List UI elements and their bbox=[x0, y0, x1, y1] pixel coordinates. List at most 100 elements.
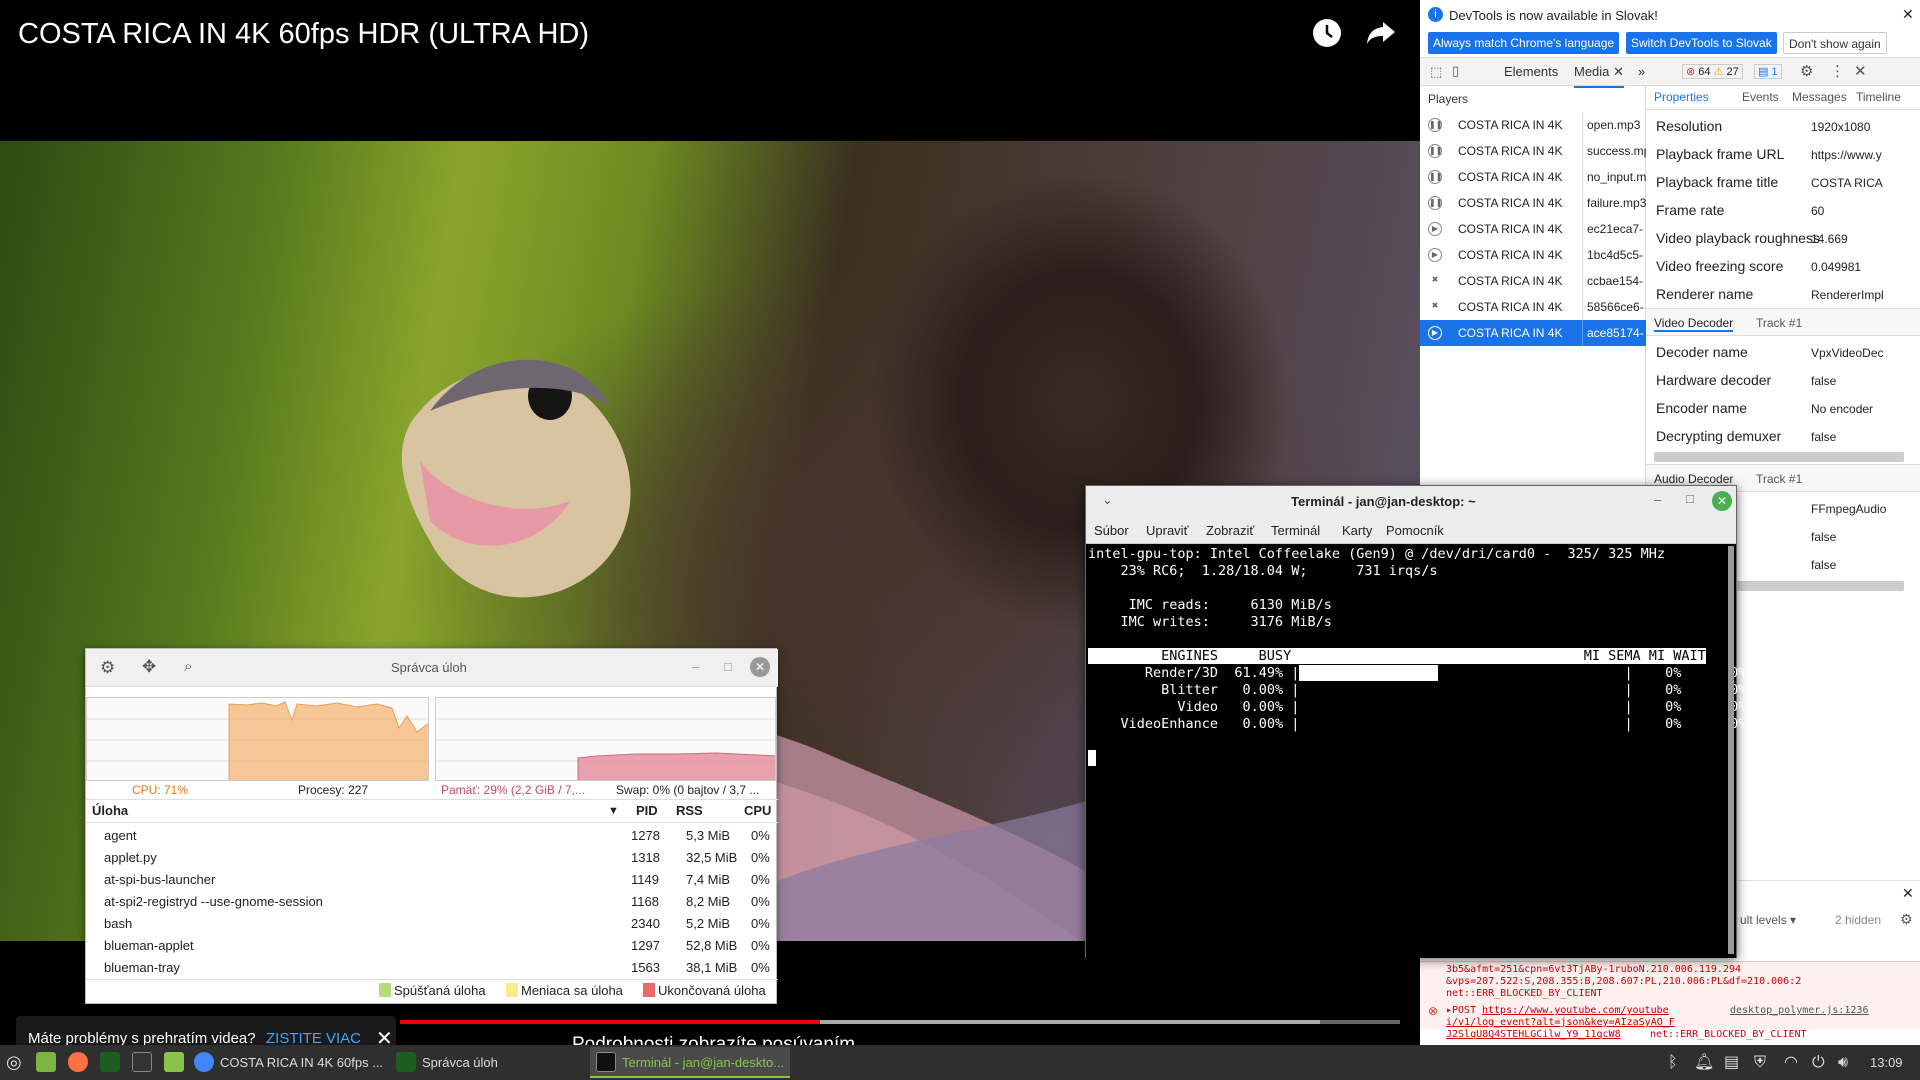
messages-badge[interactable]: ▤ 1 bbox=[1754, 64, 1782, 79]
property-key: Resolution bbox=[1656, 118, 1723, 134]
maximize-button[interactable]: □ bbox=[724, 659, 732, 674]
shield-icon[interactable]: ⛨ bbox=[1754, 1047, 1766, 1078]
system-monitor-icon[interactable] bbox=[100, 1047, 126, 1078]
clock-icon[interactable] bbox=[1310, 18, 1344, 52]
bluetooth-icon[interactable]: ᛒ bbox=[1668, 1047, 1678, 1078]
column-header-rss[interactable]: RSS bbox=[676, 799, 703, 823]
tab-messages[interactable]: Messages bbox=[1792, 90, 1847, 104]
log-levels-dropdown[interactable]: ult levels ▾ bbox=[1740, 913, 1796, 927]
taskbar-item-chrome[interactable]: COSTA RICA IN 4K 60fps ... bbox=[194, 1047, 390, 1078]
error-url[interactable]: https://www.youtube.com/youtube bbox=[1482, 1005, 1669, 1016]
horizontal-scrollbar[interactable] bbox=[1654, 452, 1904, 462]
match-language-button[interactable]: Always match Chrome's language bbox=[1428, 32, 1620, 54]
sort-down-icon[interactable]: ▼ bbox=[608, 805, 619, 817]
firefox-icon[interactable] bbox=[68, 1047, 94, 1078]
task-rss: 5,3 MiB bbox=[686, 828, 731, 843]
drawer-close-icon[interactable]: ✕ bbox=[1902, 885, 1914, 902]
menu-help[interactable]: Pomocník bbox=[1386, 523, 1444, 538]
power-icon[interactable]: ⏻ bbox=[1812, 1047, 1825, 1078]
player-file: 58566ce6- bbox=[1582, 294, 1646, 320]
table-row[interactable]: bash 2340 5,2 MiB 0% bbox=[86, 913, 778, 935]
menu-tabs[interactable]: Karty bbox=[1342, 523, 1372, 538]
share-icon[interactable] bbox=[1364, 18, 1398, 52]
table-row[interactable]: blueman-tray 1563 38,1 MiB 0% bbox=[86, 957, 778, 979]
learn-more-link[interactable]: ZISTITE VIAC bbox=[266, 1030, 361, 1045]
infobar-close-icon[interactable]: ✕ bbox=[1902, 6, 1914, 23]
tab-audio-decoder[interactable]: Audio Decoder bbox=[1654, 472, 1733, 486]
tab-timeline[interactable]: Timeline bbox=[1856, 90, 1901, 104]
table-row[interactable]: at-spi2-registryd --use-gnome-session 116… bbox=[86, 891, 778, 913]
player-row[interactable]: ❚❚ COSTA RICA IN 4K no_input.m bbox=[1420, 164, 1646, 190]
minimize-button[interactable]: – bbox=[1654, 492, 1661, 507]
search-icon[interactable]: ⌕ bbox=[184, 658, 192, 675]
folder-icon[interactable] bbox=[164, 1047, 190, 1078]
clock[interactable]: 13:09 bbox=[1870, 1047, 1903, 1078]
player-row[interactable]: ❚❚ COSTA RICA IN 4K success.mp bbox=[1420, 138, 1646, 164]
bell-icon[interactable]: 🔔︎ bbox=[1694, 1047, 1714, 1078]
tab-elements[interactable]: Elements bbox=[1504, 64, 1558, 79]
player-row[interactable]: ▶ COSTA RICA IN 4K ec21eca7- bbox=[1420, 216, 1646, 242]
error-url[interactable]: i/v1/log_event?alt=json&key=AIzaSyAO_F bbox=[1446, 1017, 1675, 1028]
column-header-task[interactable]: Úloha bbox=[92, 799, 128, 823]
inspect-icon[interactable]: ⬚ bbox=[1430, 64, 1442, 80]
error-url[interactable]: J2SlqU8Q4STEHLGCilw_Y9_11qcW8 bbox=[1446, 1029, 1621, 1040]
task-name: at-spi-bus-launcher bbox=[104, 872, 216, 887]
menu-edit[interactable]: Upraviť bbox=[1146, 523, 1188, 538]
tab-video-track[interactable]: Track #1 bbox=[1756, 316, 1802, 330]
dont-show-again-button[interactable]: Don't show again bbox=[1783, 32, 1887, 54]
error-method[interactable]: ▸POST bbox=[1446, 1005, 1476, 1016]
terminal-output[interactable]: intel-gpu-top: Intel Coffeelake (Gen9) @… bbox=[1086, 544, 1746, 958]
tab-video-decoder[interactable]: Video Decoder bbox=[1654, 316, 1734, 332]
close-icon[interactable]: ✕ bbox=[376, 1026, 393, 1045]
tab-media[interactable]: Media ✕ bbox=[1574, 64, 1624, 88]
clipboard-icon[interactable]: ▤ bbox=[1724, 1047, 1739, 1078]
switch-language-button[interactable]: Switch DevTools to Slovak bbox=[1626, 32, 1777, 54]
table-row[interactable]: agent 1278 5,3 MiB 0% bbox=[86, 825, 778, 847]
column-header-cpu[interactable]: CPU bbox=[744, 799, 771, 823]
close-devtools-icon[interactable]: ✕ bbox=[1854, 62, 1867, 80]
player-row[interactable]: ✖ COSTA RICA IN 4K 58566ce6- bbox=[1420, 294, 1646, 320]
menu-view[interactable]: Zobraziť bbox=[1206, 523, 1254, 538]
maximize-button[interactable]: □ bbox=[1686, 491, 1694, 506]
menu-terminal[interactable]: Terminál bbox=[1271, 523, 1320, 538]
close-button[interactable]: ✕ bbox=[750, 657, 770, 677]
column-header-pid[interactable]: PID bbox=[636, 799, 658, 823]
tab-properties[interactable]: Properties bbox=[1654, 90, 1709, 104]
player-row-selected[interactable]: ▶ COSTA RICA IN 4K ace85174- bbox=[1420, 320, 1646, 346]
table-row[interactable]: blueman-applet 1297 52,8 MiB 0% bbox=[86, 935, 778, 957]
player-row[interactable]: ▶ COSTA RICA IN 4K 1bc4d5c5- bbox=[1420, 242, 1646, 268]
table-row[interactable]: at-spi-bus-launcher 1149 7,4 MiB 0% bbox=[86, 869, 778, 891]
taskbar-item-terminal[interactable]: Terminál - jan@jan-deskto... bbox=[590, 1047, 790, 1078]
settings-gear-icon[interactable]: ⚙ bbox=[1800, 62, 1813, 80]
menu-icon[interactable]: ◎ bbox=[6, 1047, 22, 1078]
tab-audio-track[interactable]: Track #1 bbox=[1756, 472, 1802, 486]
player-row[interactable]: ❚❚ COSTA RICA IN 4K open.mp3 bbox=[1420, 112, 1646, 138]
tab-events[interactable]: Events bbox=[1742, 90, 1779, 104]
task-manager-titlebar[interactable]: ⚙ ✥ ⌕ Správca úloh – □ ✕ bbox=[86, 649, 778, 687]
taskbar-item-taskman[interactable]: Správca úloh bbox=[396, 1047, 582, 1078]
target-icon[interactable]: ✥ bbox=[142, 657, 156, 677]
tab-close-icon[interactable]: ✕ bbox=[1613, 64, 1624, 79]
more-tabs-icon[interactable]: » bbox=[1638, 64, 1645, 79]
files-icon[interactable] bbox=[36, 1047, 62, 1078]
menu-file[interactable]: Súbor bbox=[1094, 523, 1129, 538]
close-button[interactable]: ✕ bbox=[1712, 491, 1732, 511]
player-row[interactable]: ❚❚ COSTA RICA IN 4K failure.mp3 bbox=[1420, 190, 1646, 216]
wifi-icon[interactable]: ◠ bbox=[1784, 1047, 1798, 1078]
chevron-down-icon[interactable]: ⌄ bbox=[1102, 492, 1113, 508]
terminal-icon[interactable] bbox=[132, 1047, 158, 1078]
issues-badge[interactable]: ⊗ 64 ⚠ 27 bbox=[1682, 64, 1743, 79]
minimize-button[interactable]: – bbox=[692, 659, 699, 674]
terminal-scrollbar[interactable] bbox=[1728, 546, 1734, 954]
console-settings-icon[interactable]: ⚙ bbox=[1900, 911, 1913, 928]
infobar-text: DevTools is now available in Slovak! bbox=[1449, 8, 1658, 23]
error-source-link[interactable]: desktop_polymer.js:1236 bbox=[1730, 1005, 1868, 1016]
kebab-menu-icon[interactable]: ⋮ bbox=[1830, 62, 1845, 80]
player-row[interactable]: ✖ COSTA RICA IN 4K ccbae154- bbox=[1420, 268, 1646, 294]
terminal-titlebar[interactable]: ⌄ Terminál - jan@jan-desktop: ~ – □ ✕ bbox=[1086, 486, 1736, 516]
gpu-top-header: intel-gpu-top: Intel Coffeelake (Gen9) @… bbox=[1088, 546, 1666, 562]
table-row[interactable]: applet.py 1318 32,5 MiB 0% bbox=[86, 847, 778, 869]
device-toggle-icon[interactable]: ▯ bbox=[1452, 63, 1459, 79]
gear-icon[interactable]: ⚙ bbox=[100, 658, 115, 678]
volume-icon[interactable]: 🔊︎ bbox=[1838, 1047, 1848, 1078]
